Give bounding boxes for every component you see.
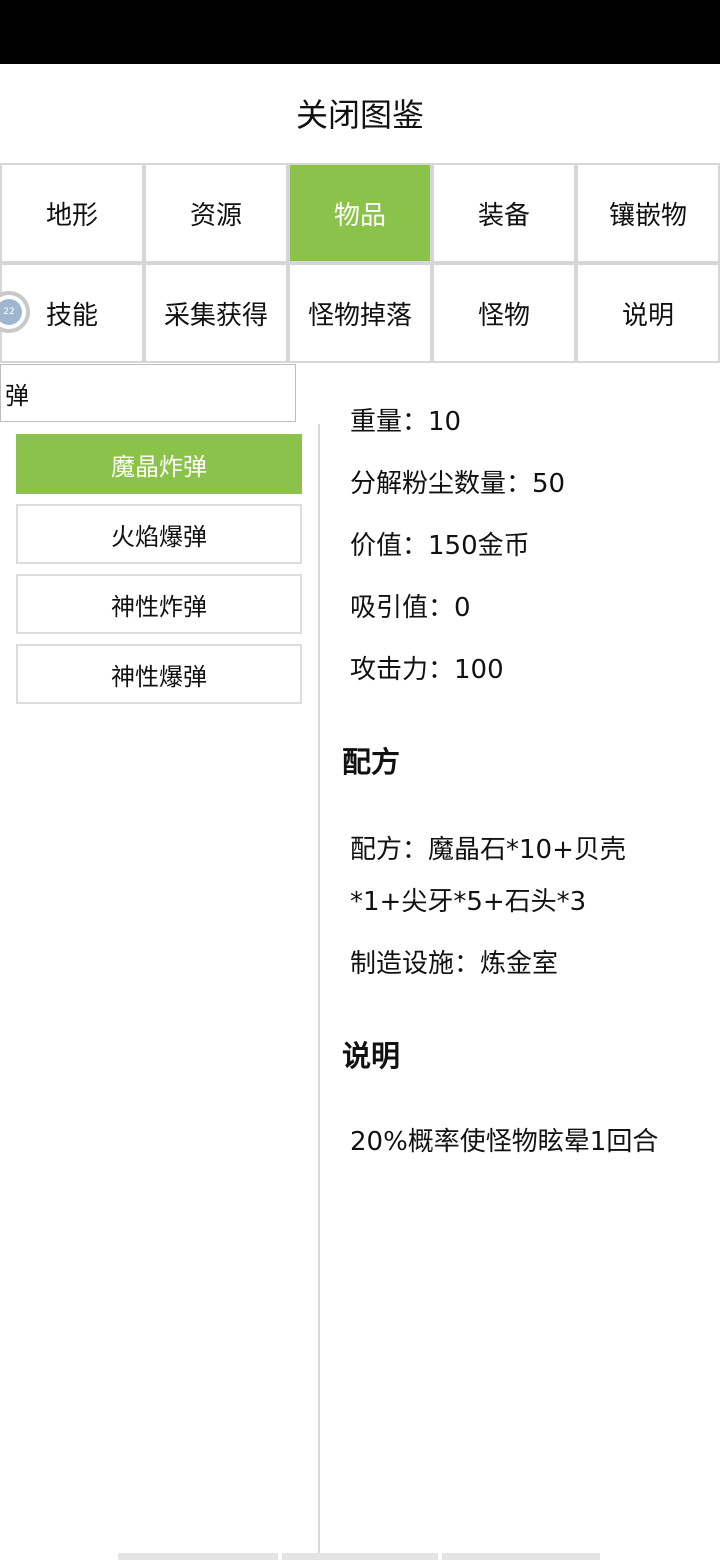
recipe-line-2: *1+尖牙*5+石头*3 (350, 887, 587, 917)
list-item[interactable]: 火焰爆弹 (16, 504, 302, 564)
recipe-line-1: 配方：魔晶石*10+贝壳 (350, 835, 626, 865)
weight-value: 重量：10 (350, 407, 462, 437)
description-heading: 说明 (342, 1039, 401, 1073)
close-catalog-button[interactable]: 关闭图鉴 (0, 64, 720, 162)
dust-value: 分解粉尘数量：50 (350, 469, 566, 499)
avatar-badge: 22 (0, 299, 22, 325)
bottom-scroll-track (118, 1553, 278, 1560)
bottom-scroll-track (282, 1553, 438, 1560)
description-text: 20%概率使怪物眩晕1回合 (350, 1127, 659, 1157)
list-item-selected[interactable]: 魔晶炸弹 (16, 434, 302, 494)
price-value: 价值：150金币 (350, 531, 530, 561)
tab-items[interactable]: 物品 (290, 165, 430, 261)
tab-equipment[interactable]: 装备 (434, 165, 574, 261)
bottom-scroll-track (442, 1553, 600, 1560)
tab-instructions[interactable]: 说明 (578, 265, 718, 361)
tab-terrain[interactable]: 地形 (2, 165, 142, 261)
list-item[interactable]: 神性爆弹 (16, 644, 302, 704)
panel-divider (318, 424, 320, 1560)
attack-value: 攻击力：100 (350, 655, 504, 685)
search-input[interactable]: 弹 (0, 364, 296, 422)
tab-inlays[interactable]: 镶嵌物 (578, 165, 718, 261)
list-item[interactable]: 神性炸弹 (16, 574, 302, 634)
status-bar (0, 0, 720, 64)
attraction-value: 吸引值：0 (350, 593, 471, 623)
crafting-facility: 制造设施：炼金室 (350, 949, 559, 979)
tab-gathering[interactable]: 采集获得 (146, 265, 286, 361)
tab-monster-drops[interactable]: 怪物掉落 (290, 265, 430, 361)
tab-monsters[interactable]: 怪物 (434, 265, 574, 361)
recipe-heading: 配方 (342, 745, 401, 779)
tab-resources[interactable]: 资源 (146, 165, 286, 261)
category-tab-grid: 地形 资源 物品 装备 镶嵌物 技能 采集获得 怪物掉落 怪物 说明 (0, 163, 720, 363)
